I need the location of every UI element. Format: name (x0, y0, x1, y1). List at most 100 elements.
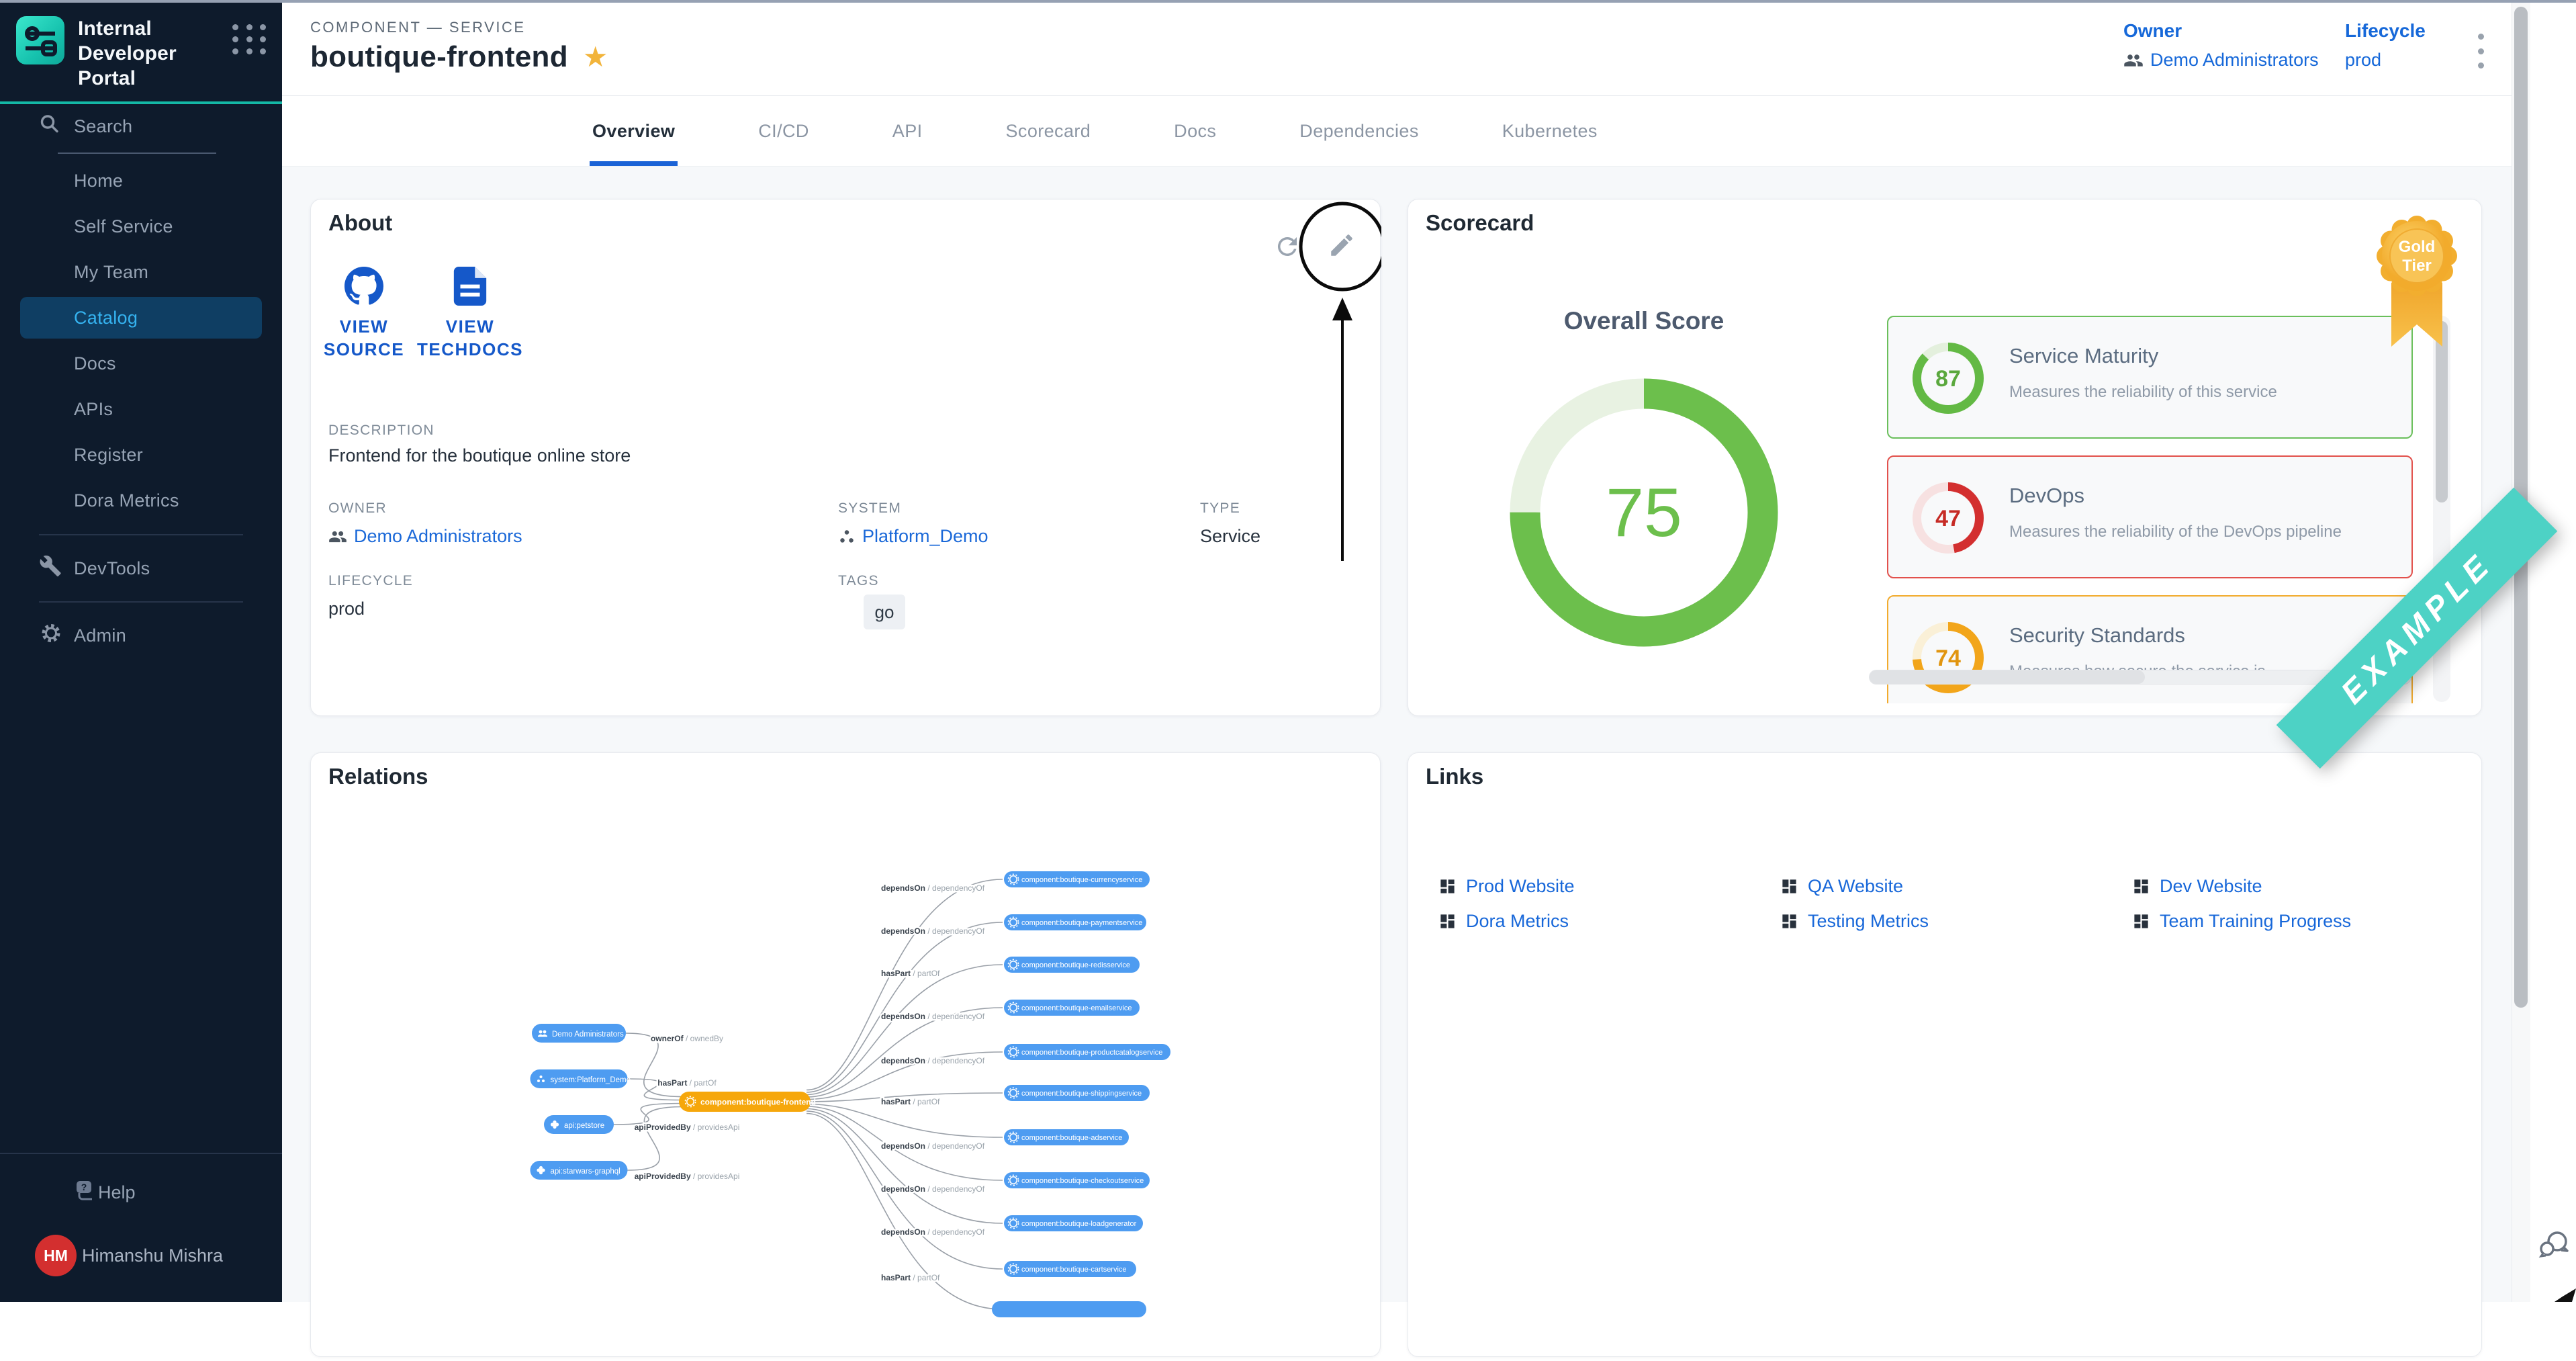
lifecycle-label: Lifecycle (2345, 20, 2426, 42)
graph-node[interactable]: api:petstore (544, 1115, 614, 1134)
divider (39, 534, 243, 535)
sidebar-item-label: Help (98, 1182, 136, 1203)
link-prod-website[interactable]: Prod Website (1438, 876, 1575, 897)
user-name: Himanshu Mishra (82, 1245, 223, 1266)
svg-text:component:boutique-frontend: component:boutique-frontend (700, 1098, 816, 1107)
edit-pencil-button[interactable] (1315, 218, 1369, 272)
sidebar-item-my-team[interactable]: My Team (0, 249, 282, 295)
sidebar-item-dora-metrics[interactable]: Dora Metrics (0, 478, 282, 523)
graph-node[interactable]: component:boutique-checkoutservice (1004, 1172, 1150, 1188)
svg-text:component:boutique-currencyser: component:boutique-currencyservice (1021, 876, 1142, 884)
more-options-button[interactable] (2466, 30, 2495, 73)
divider (0, 1153, 282, 1154)
view-source-label: VIEW SOURCE (310, 315, 418, 361)
graph-node[interactable]: system:Platform_Demo (531, 1069, 631, 1088)
svg-text:api:starwars-graphql: api:starwars-graphql (551, 1168, 620, 1176)
graph-node[interactable]: component:boutique-loadgenerator (1004, 1215, 1143, 1231)
metric-description: Measures the reliability of the DevOps p… (2009, 523, 2342, 541)
metric-donut: 47 (1913, 482, 1984, 554)
svg-text:component:boutique-emailservic: component:boutique-emailservice (1021, 1004, 1132, 1012)
card-title: Links (1426, 764, 1483, 789)
chat-bubbles-icon[interactable] (2537, 1227, 2572, 1265)
sidebar-item-help[interactable]: ? Help (0, 1170, 282, 1215)
system-field-value: Platform_Demo (862, 526, 988, 547)
link-testing-metrics[interactable]: Testing Metrics (1780, 911, 1929, 932)
svg-text:dependsOn / dependencyOf: dependsOn / dependencyOf (881, 926, 985, 936)
search-icon (39, 114, 60, 140)
svg-text:dependsOn / dependencyOf: dependsOn / dependencyOf (881, 1141, 985, 1151)
help-chat-icon: ? (74, 1178, 98, 1207)
svg-text:47: 47 (1935, 506, 1961, 531)
refresh-button[interactable] (1260, 220, 1314, 273)
link-dev-website[interactable]: Dev Website (2132, 876, 2262, 897)
tab-scorecard[interactable]: Scorecard (964, 96, 1133, 166)
sidebar-item-label: Search (74, 116, 132, 137)
metric-card-devops[interactable]: 47 DevOps Measures the reliability of th… (1887, 455, 2413, 578)
sidebar-item-self-service[interactable]: Self Service (0, 204, 282, 249)
tab-docs[interactable]: Docs (1132, 96, 1258, 166)
github-icon (344, 267, 383, 306)
tab-dependencies[interactable]: Dependencies (1258, 96, 1460, 166)
gold-tier-badge: Gold Tier (2350, 189, 2484, 360)
tab-kubernetes[interactable]: Kubernetes (1461, 96, 1639, 166)
link-team-training-progress[interactable]: Team Training Progress (2132, 911, 2351, 932)
entity-tabs: OverviewCI/CDAPIScorecardDocsDependencie… (282, 96, 2576, 167)
graph-node[interactable]: Demo Administrators (532, 1024, 626, 1043)
sidebar-item-admin[interactable]: Admin (0, 613, 282, 658)
graph-node[interactable]: api:starwars-graphql (531, 1161, 628, 1180)
owner-field-link[interactable]: Demo Administrators (328, 526, 522, 547)
sidebar-item-apis[interactable]: APIs (0, 386, 282, 432)
svg-text:component:boutique-adservice: component:boutique-adservice (1021, 1134, 1122, 1142)
graph-node[interactable]: component:boutique-paymentservice (1004, 914, 1146, 930)
type-field-label: TYPE (1200, 500, 1240, 517)
apps-grid-icon[interactable] (232, 24, 267, 54)
sidebar-item-devtools[interactable]: DevTools (0, 546, 282, 590)
svg-text:Gold: Gold (2399, 238, 2436, 256)
system-icon (838, 528, 856, 545)
sidebar: Internal Developer Portal Search HomeSel… (0, 3, 282, 1302)
owner-value: Demo Administrators (2150, 50, 2319, 71)
owner-link[interactable]: Demo Administrators (2123, 50, 2319, 71)
graph-node[interactable]: component:boutique-emailservice (1004, 1000, 1140, 1016)
sidebar-item-docs[interactable]: Docs (0, 341, 282, 386)
tab-ci-cd[interactable]: CI/CD (717, 96, 851, 166)
relations-card: Relations ownerOf / ownedByhasPart / par… (310, 752, 1381, 1357)
sidebar-item-register[interactable]: Register (0, 432, 282, 478)
graph-node[interactable]: component:boutique-cartservice (1004, 1261, 1136, 1277)
page-scrollbar[interactable] (2512, 3, 2530, 1302)
view-source-link[interactable]: VIEW SOURCE (307, 267, 421, 361)
metric-card-service-maturity[interactable]: 87 Service Maturity Measures the reliabi… (1887, 316, 2413, 439)
system-field-link[interactable]: Platform_Demo (838, 526, 988, 547)
tab-api[interactable]: API (851, 96, 964, 166)
link-dora-metrics[interactable]: Dora Metrics (1438, 911, 1569, 932)
graph-node-center[interactable]: component:boutique-frontend (679, 1092, 816, 1112)
scorecard-card: Scorecard Overall Score 75 87 Service Ma… (1408, 199, 2482, 716)
dashboard-icon (1438, 877, 1457, 895)
tag-chip[interactable]: go (864, 595, 905, 629)
portal-logo-icon[interactable] (16, 16, 64, 64)
graph-node[interactable]: component:boutique-productcatalogservice (1004, 1044, 1170, 1060)
svg-text:?: ? (81, 1182, 87, 1192)
overall-score-label: Overall Score (1510, 307, 1778, 335)
graph-node[interactable]: component:boutique-shippingservice (1004, 1085, 1150, 1101)
sidebar-item-catalog[interactable]: Catalog (20, 297, 262, 339)
graph-node-partial[interactable] (992, 1301, 1146, 1317)
dashboard-icon (1780, 912, 1798, 930)
metric-title: Security Standards (2009, 623, 2185, 648)
graph-node[interactable]: component:boutique-redisservice (1004, 957, 1140, 973)
sidebar-item-home[interactable]: Home (0, 158, 282, 204)
sidebar-item-search[interactable]: Search (0, 104, 282, 148)
tab-overview[interactable]: Overview (551, 96, 717, 166)
svg-text:apiProvidedBy / providesApi: apiProvidedBy / providesApi (635, 1123, 740, 1132)
graph-node[interactable]: component:boutique-adservice (1004, 1129, 1129, 1145)
sidebar-user[interactable]: HM Himanshu Mishra (0, 1233, 282, 1278)
link-label: Prod Website (1466, 876, 1575, 897)
svg-text:hasPart / partOf: hasPart / partOf (881, 1097, 940, 1106)
favorite-star-icon[interactable]: ★ (583, 43, 608, 71)
view-techdocs-link[interactable]: VIEW TECHDOCS (413, 267, 527, 361)
link-qa-website[interactable]: QA Website (1780, 876, 1903, 897)
entity-header: COMPONENT — SERVICE boutique-frontend ★ … (282, 3, 2576, 96)
graph-node[interactable]: component:boutique-currencyservice (1004, 871, 1150, 887)
svg-text:Tier: Tier (2402, 257, 2432, 275)
relations-graph[interactable]: ownerOf / ownedByhasPart / partOfapiProv… (311, 753, 1380, 1356)
